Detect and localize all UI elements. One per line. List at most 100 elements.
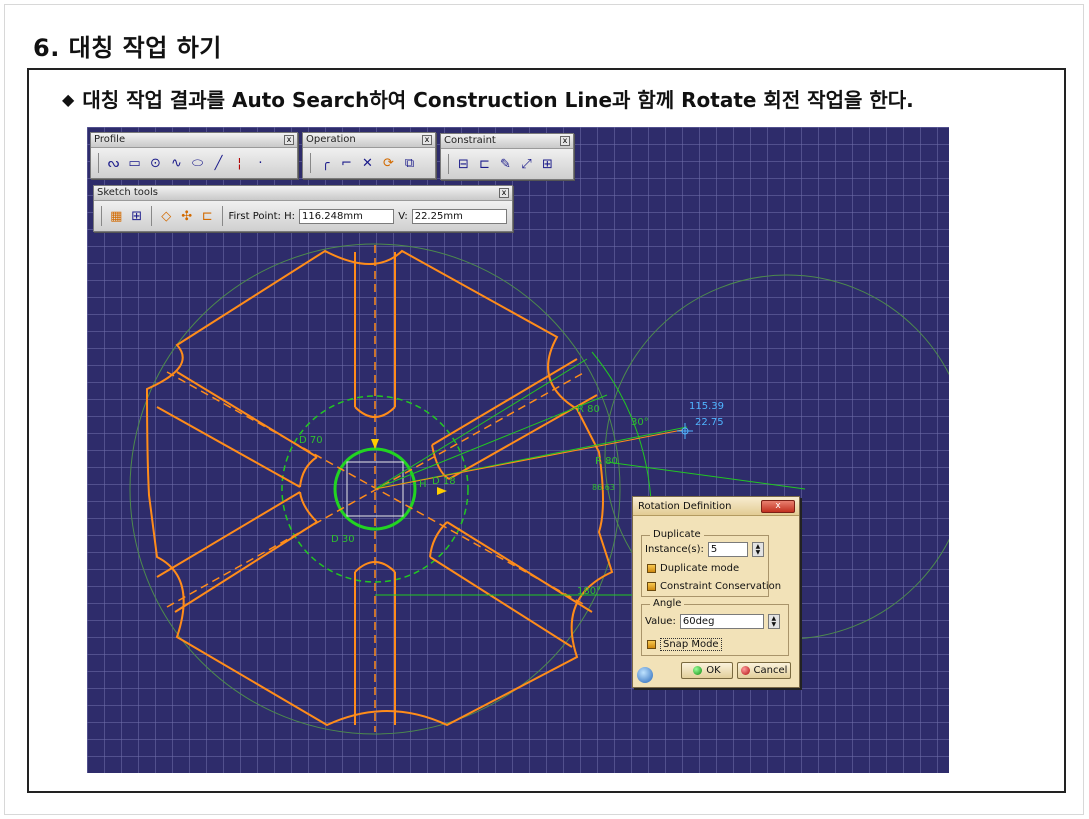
constraint-conservation-checkbox[interactable] [647,582,656,591]
constraint-toolbar[interactable]: Constraint x ⊟ ⊏ ✎ ⤢ ⊞ [440,133,574,180]
geometrical-constraints-icon[interactable]: ✣ [178,208,195,225]
operation-toolbar-close-button[interactable]: x [422,135,432,145]
constraint-conservation-row[interactable]: Constraint Conservation [647,581,781,592]
instances-input[interactable]: 5 [707,542,748,557]
chamfer-icon[interactable]: ⌐ [338,155,355,172]
toolbar-grip[interactable] [98,153,99,173]
axis-icon[interactable]: ¦ [231,155,248,172]
rectangle-icon[interactable]: ▭ [126,155,143,172]
first-point-v-field[interactable]: 22.25mm [411,208,508,224]
first-point-h-field[interactable]: 116.248mm [298,208,395,224]
profile-toolbar-title: Profile [94,134,126,145]
snap-mode-checkbox[interactable] [647,640,656,649]
sketch-tools-toolbar-title: Sketch tools [97,187,159,198]
dim-angle-180[interactable]: 180° [577,586,601,597]
catia-globe-icon [637,667,653,683]
dim-h: H [419,479,427,490]
toolbar-grip[interactable] [448,154,449,174]
angle-value-input[interactable]: 60deg [679,614,764,629]
circle-icon[interactable]: ⊙ [147,155,164,172]
instances-label: Instance(s): [645,544,704,555]
first-point-v-label: V: [398,210,408,222]
constraint-toolbar-header[interactable]: Constraint x [441,134,573,149]
transformation-icon[interactable]: ⟳ [380,155,397,172]
profile-toolbar-close-button[interactable]: x [284,135,294,145]
operation-toolbar-title: Operation [306,134,356,145]
sketch-tools-toolbar-header[interactable]: Sketch tools x [94,186,512,201]
cancel-button[interactable]: Cancel [737,662,791,679]
cursor-crosshair-icon [677,423,693,439]
constraint-conservation-label: Constraint Conservation [660,581,782,592]
dim-d18[interactable]: D 18 [432,476,456,487]
coord-y-readout: 22.75 [695,417,724,428]
dim-angle-30[interactable]: 30° [631,417,649,428]
coord-x-readout: 115.39 [689,401,724,412]
project-3d-icon[interactable]: ⧉ [401,155,418,172]
toolbar-grip[interactable] [310,153,311,173]
instances-row: Instance(s): 5 ▲ ▼ [645,542,764,557]
spinner-down-icon[interactable]: ▼ [772,621,777,628]
animate-constraint-icon[interactable]: ⤢ [518,156,535,173]
first-point-h-label: First Point: H: [228,210,295,222]
dialog-title: Rotation Definition [638,501,732,512]
sketch-tools-toolbar[interactable]: Sketch tools x ▦ ⊞ ◇ ✣ ⊏ First Point: H: … [93,185,513,232]
dim-small: 86.63 [592,483,615,492]
angle-value-label: Value: [645,616,676,627]
duplicate-mode-label: Duplicate mode [660,563,740,574]
dimensional-constraints-icon[interactable]: ⊏ [199,208,216,225]
angle-value-row: Value: 60deg ▲ ▼ [645,614,780,629]
constraint-toolbar-close-button[interactable]: x [560,136,570,146]
constraint-toolbar-title: Constraint [444,135,496,146]
duplicate-mode-checkbox[interactable] [647,564,656,573]
dim-r80-upper[interactable]: R 80 [577,404,600,415]
profile-icon[interactable]: ᔓ [105,155,122,172]
line-icon[interactable]: ╱ [210,155,227,172]
profile-toolbar-header[interactable]: Profile x [91,133,297,148]
snap-mode-label: Snap Mode [660,638,722,651]
point-icon[interactable]: · [252,155,269,172]
auto-constraint-icon[interactable]: ✎ [497,156,514,173]
constraint-icon[interactable]: ⊏ [476,156,493,173]
h-axis-arrow-icon [437,487,447,495]
dim-r80-lower[interactable]: R 80 [595,456,618,467]
dim-d30[interactable]: D 30 [331,534,355,545]
origin-arrow-icon [371,439,379,449]
bullet-text: 대칭 작업 결과를 Auto Search하여 Construction Lin… [82,88,914,112]
sketch-tools-close-button[interactable]: x [499,188,509,198]
ellipse-icon[interactable]: ⬭ [189,155,206,172]
ok-button[interactable]: OK [681,662,733,679]
section-title: 6. 대칭 작업 하기 [33,34,222,62]
angle-group-label: Angle [650,598,685,609]
bullet-diamond-icon: ◆ [62,90,75,109]
toolbar-grip[interactable] [101,206,102,226]
bullet-line: ◆ 대칭 작업 결과를 Auto Search하여 Construction Li… [62,84,914,113]
instances-spinner[interactable]: ▲ ▼ [751,542,764,557]
grid-icon[interactable]: ▦ [108,208,125,225]
trim-icon[interactable]: ✕ [359,155,376,172]
constraint-dialog-icon[interactable]: ⊟ [455,156,472,173]
cancel-button-label: Cancel [753,665,788,676]
sketcher-viewport[interactable]: D 70 D 30 D 18 H R 80 R 80 30° 180° 86.6… [87,127,949,773]
duplicate-mode-row[interactable]: Duplicate mode [647,563,739,574]
dialog-close-button[interactable]: x [761,500,795,513]
operation-toolbar-header[interactable]: Operation x [303,133,435,148]
ok-icon [693,666,703,675]
edit-multi-constraint-icon[interactable]: ⊞ [539,156,556,173]
ok-button-label: OK [706,665,721,676]
cancel-icon [740,666,750,675]
toolbar-separator [151,206,152,226]
operation-toolbar[interactable]: Operation x ╭ ⌐ ✕ ⟳ ⧉ [302,132,436,179]
angle-spinner[interactable]: ▲ ▼ [767,614,780,629]
spline-icon[interactable]: ∿ [168,155,185,172]
construction-element-icon[interactable]: ◇ [158,208,175,225]
dialog-title-bar[interactable]: Rotation Definition x [633,497,799,516]
dim-d70[interactable]: D 70 [299,435,323,446]
duplicate-group-label: Duplicate [650,529,704,540]
toolbar-separator [221,206,223,226]
corner-icon[interactable]: ╭ [317,155,334,172]
snap-to-point-icon[interactable]: ⊞ [128,208,145,225]
spinner-down-icon[interactable]: ▼ [756,549,761,556]
snap-mode-row[interactable]: Snap Mode [647,638,722,651]
profile-toolbar[interactable]: Profile x ᔓ ▭ ⊙ ∿ ⬭ ╱ ¦ · [90,132,298,179]
rotation-definition-dialog[interactable]: Rotation Definition x Duplicate Instance… [632,496,800,688]
